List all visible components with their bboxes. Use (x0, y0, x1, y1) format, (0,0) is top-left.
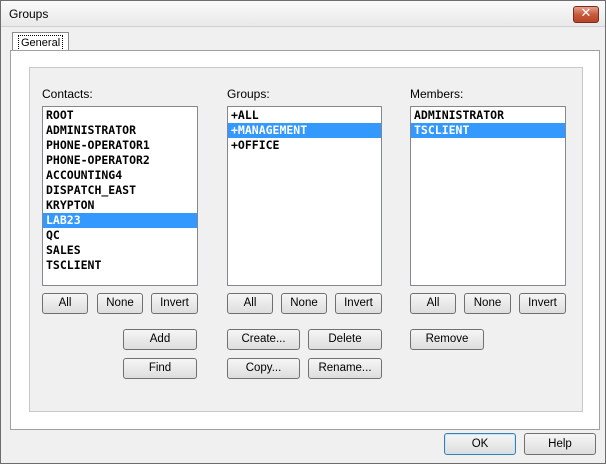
groups-invert-button[interactable]: Invert (335, 293, 382, 314)
contacts-none-button[interactable]: None (97, 293, 143, 314)
list-item[interactable]: ROOT (43, 108, 197, 123)
list-item[interactable]: +OFFICE (228, 138, 381, 153)
list-item[interactable]: TSCLIENT (411, 123, 565, 138)
groups-none-button[interactable]: None (281, 293, 327, 314)
members-label: Members: (410, 87, 464, 101)
title-bar: Groups ✕ (1, 1, 605, 27)
groups-listbox[interactable]: +ALL +MANAGEMENT +OFFICE (227, 106, 382, 286)
rename-group-button[interactable]: Rename... (308, 358, 382, 379)
list-item[interactable]: SALES (43, 243, 197, 258)
ok-button[interactable]: OK (444, 433, 516, 455)
members-none-button[interactable]: None (464, 293, 511, 314)
delete-group-button[interactable]: Delete (308, 329, 382, 350)
list-item[interactable]: QC (43, 228, 197, 243)
window-title: Groups (9, 7, 49, 21)
list-item[interactable]: PHONE-OPERATOR2 (43, 153, 197, 168)
tab-panel-general: Contacts: ROOT ADMINISTRATOR PHONE-OPERATO… (10, 50, 600, 430)
contacts-invert-button[interactable]: Invert (151, 293, 198, 314)
add-button[interactable]: Add (123, 329, 197, 350)
groups-all-button[interactable]: All (227, 293, 273, 314)
contacts-all-button[interactable]: All (42, 293, 88, 314)
list-item[interactable]: ACCOUNTING4 (43, 168, 197, 183)
tab-strip: General (10, 29, 600, 52)
tab-general[interactable]: General (12, 32, 70, 52)
tab-general-label: General (18, 35, 64, 51)
list-item[interactable]: KRYPTON (43, 198, 197, 213)
help-button[interactable]: Help (524, 433, 596, 455)
list-item[interactable]: ADMINISTRATOR (411, 108, 565, 123)
group-box: Contacts: ROOT ADMINISTRATOR PHONE-OPERATO… (29, 67, 583, 412)
list-item[interactable]: LAB23 (43, 213, 197, 228)
remove-member-button[interactable]: Remove (410, 329, 484, 350)
members-invert-button[interactable]: Invert (519, 293, 566, 314)
contacts-label: Contacts: (42, 87, 93, 101)
list-item[interactable]: +MANAGEMENT (228, 123, 381, 138)
list-item[interactable]: TSCLIENT (43, 258, 197, 273)
find-button[interactable]: Find (123, 358, 197, 379)
members-listbox[interactable]: ADMINISTRATOR TSCLIENT (410, 106, 566, 286)
groups-label: Groups: (227, 87, 270, 101)
members-all-button[interactable]: All (410, 293, 456, 314)
contacts-listbox[interactable]: ROOT ADMINISTRATOR PHONE-OPERATOR1 PHONE-OP… (42, 106, 198, 286)
copy-group-button[interactable]: Copy... (227, 358, 300, 379)
create-group-button[interactable]: Create... (227, 329, 300, 350)
list-item[interactable]: DISPATCH_EAST (43, 183, 197, 198)
groups-dialog: Groups ✕ General Contacts: ROOT ADMINISTR… (0, 0, 606, 464)
list-item[interactable]: PHONE-OPERATOR1 (43, 138, 197, 153)
close-icon[interactable]: ✕ (573, 6, 599, 23)
list-item[interactable]: +ALL (228, 108, 381, 123)
list-item[interactable]: ADMINISTRATOR (43, 123, 197, 138)
